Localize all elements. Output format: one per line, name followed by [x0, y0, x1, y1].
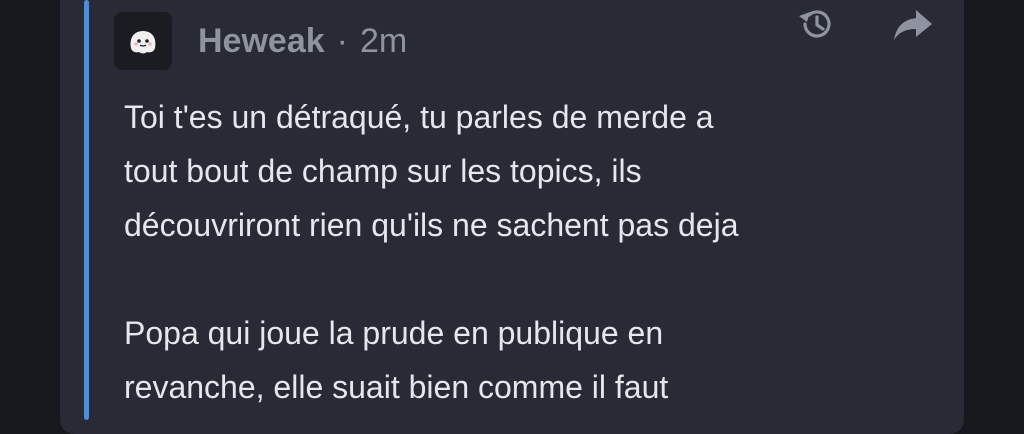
comment-line: découvriront rien qu'ils ne sachent pas …	[124, 207, 739, 243]
comment-paragraph: Popa qui joue la prude en publique en re…	[124, 306, 924, 414]
history-button[interactable]	[791, 4, 841, 48]
meta-separator: ·	[336, 21, 348, 60]
quote-bar	[84, 0, 89, 420]
share-button[interactable]	[888, 4, 938, 48]
comment-line: Toi t'es un détraqué, tu parles de merde…	[124, 99, 714, 135]
timestamp: 2m	[359, 21, 408, 60]
comment-line: revanche, elle suait bien comme il faut	[124, 369, 669, 405]
avatar[interactable]	[114, 12, 172, 70]
comment-meta: Heweak · 2m	[198, 20, 407, 62]
comment-paragraph: Toi t'es un détraqué, tu parles de merde…	[124, 90, 924, 252]
page: Heweak · 2m Toi t'es un détraqué, tu par…	[0, 0, 1024, 434]
history-icon	[791, 2, 841, 51]
share-arrow-icon	[888, 2, 938, 51]
comment-line: tout bout de champ sur les topics, ils	[124, 153, 642, 189]
comment-line: Popa qui joue la prude en publique en	[124, 315, 664, 351]
comment-body: Toi t'es un détraqué, tu parles de merde…	[124, 90, 924, 414]
author-name[interactable]: Heweak	[198, 22, 325, 61]
